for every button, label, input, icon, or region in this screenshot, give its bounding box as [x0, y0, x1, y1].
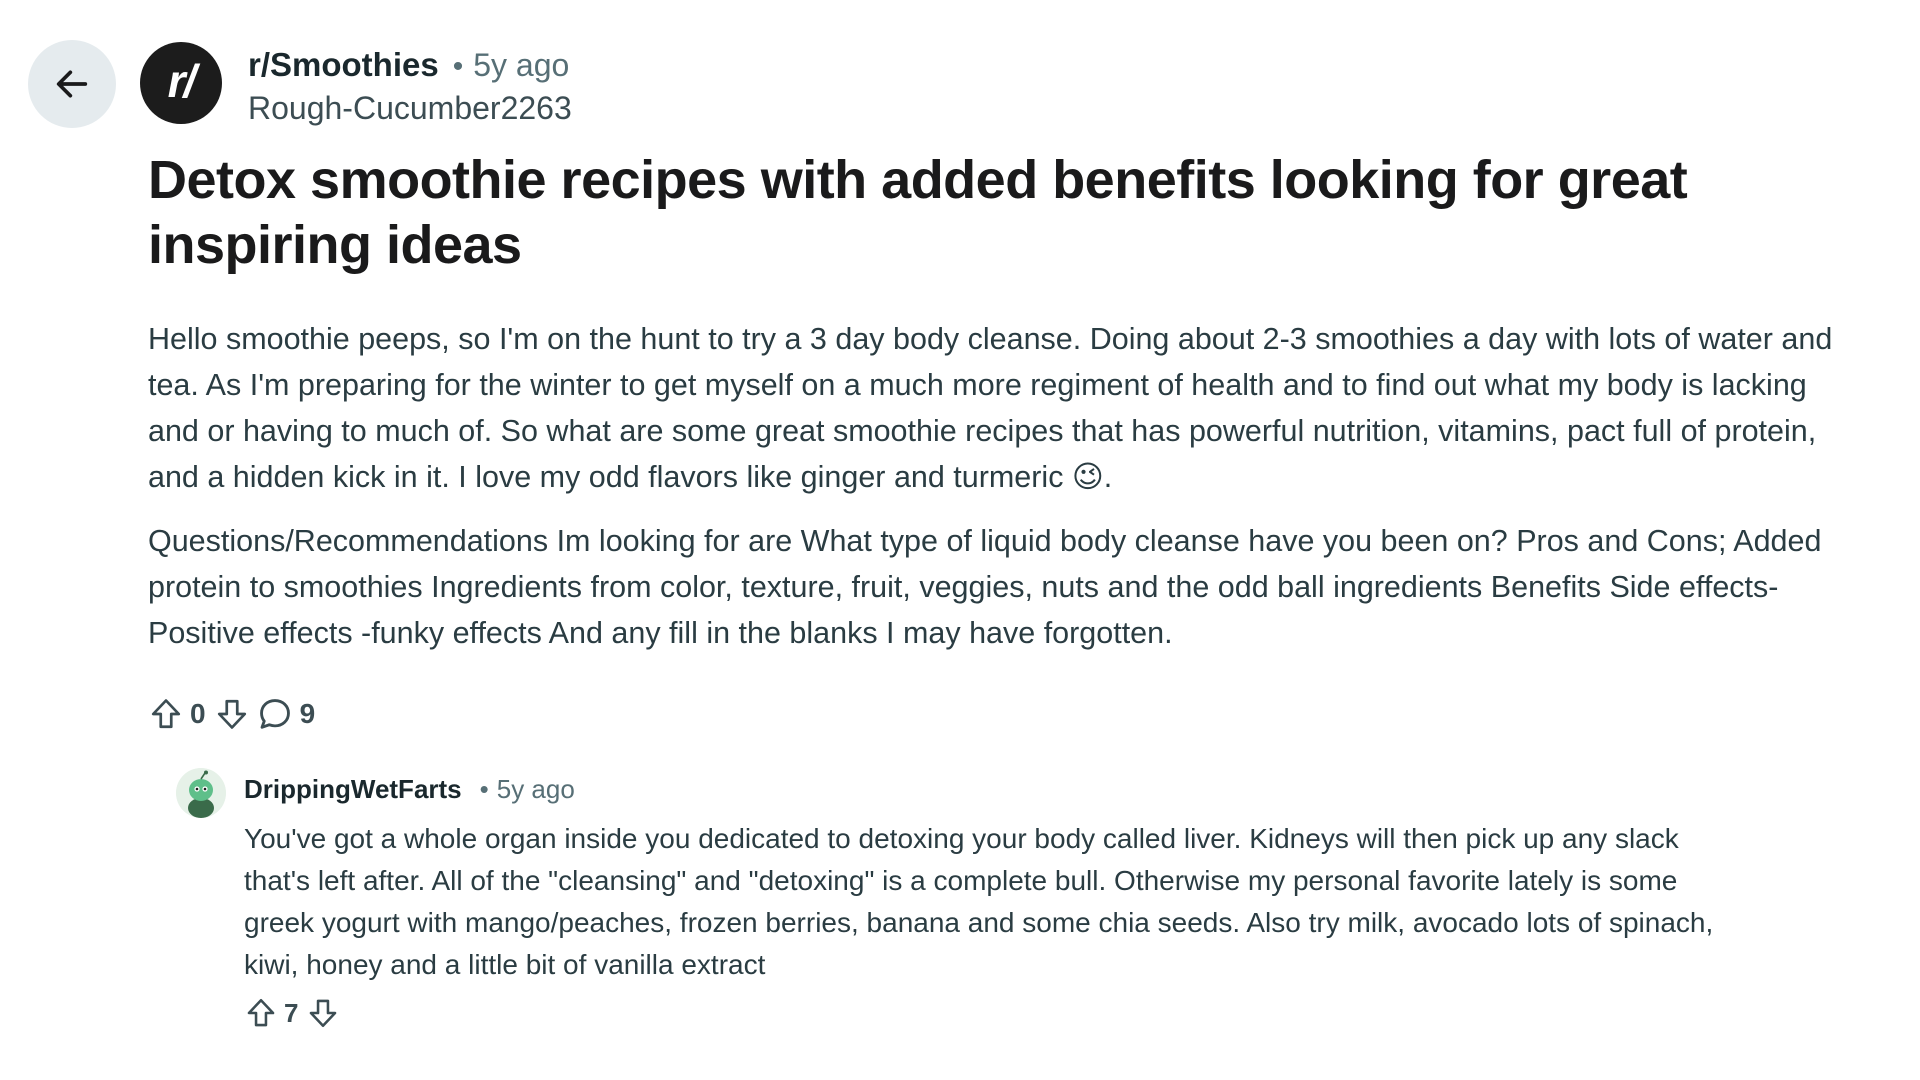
- back-button[interactable]: [28, 40, 116, 128]
- comment-action-bar: 7: [244, 996, 340, 1030]
- post-paragraph: Questions/Recommendations Im looking for…: [148, 524, 1822, 650]
- comment-count: 9: [299, 698, 316, 729]
- snoo-avatar-icon: [176, 768, 226, 818]
- separator-dot: •: [452, 50, 464, 83]
- comment-timestamp: 5y ago: [496, 774, 575, 804]
- subreddit-logo: r/: [167, 55, 197, 107]
- post-body: Hello smoothie peeps, so I'm on the hunt…: [148, 316, 1848, 674]
- comment-author-link[interactable]: DrippingWetFarts: [244, 774, 462, 805]
- comment-bubble-icon: [259, 699, 290, 729]
- downvote-arrow-icon: [310, 999, 337, 1028]
- separator-dot: •: [479, 774, 489, 804]
- post-header-meta: r/Smoothies • 5y ago Rough-Cucumber2263: [248, 44, 572, 128]
- post-title: Detox smoothie recipes with added benefi…: [148, 150, 1688, 275]
- upvote-arrow-icon: [247, 998, 275, 1027]
- upvote-arrow-icon: [151, 699, 181, 729]
- comment-downvote-button[interactable]: [306, 996, 340, 1030]
- arrow-left-icon: [56, 70, 88, 98]
- comments-button[interactable]: [256, 695, 294, 733]
- subreddit-name-link[interactable]: r/Smoothies: [248, 44, 439, 85]
- downvote-arrow-icon: [217, 699, 246, 729]
- post-paragraph: Hello smoothie peeps, so I'm on the hunt…: [148, 322, 1833, 494]
- subreddit-avatar[interactable]: r/: [140, 42, 222, 124]
- vote-count: 0: [190, 698, 206, 729]
- post-author-link[interactable]: Rough-Cucumber2263: [248, 88, 572, 128]
- comment-body: You've got a whole organ inside you dedi…: [244, 823, 1714, 980]
- commenter-avatar[interactable]: [176, 768, 226, 818]
- post-action-bar: 0 9: [148, 695, 323, 733]
- downvote-button[interactable]: [214, 696, 250, 732]
- upvote-button[interactable]: [148, 696, 184, 732]
- comment-header: DrippingWetFarts • 5y ago: [244, 774, 575, 805]
- comment-upvote-button[interactable]: [244, 996, 278, 1030]
- post-timestamp: 5y ago: [473, 47, 570, 83]
- comment-vote-count: 7: [284, 997, 299, 1028]
